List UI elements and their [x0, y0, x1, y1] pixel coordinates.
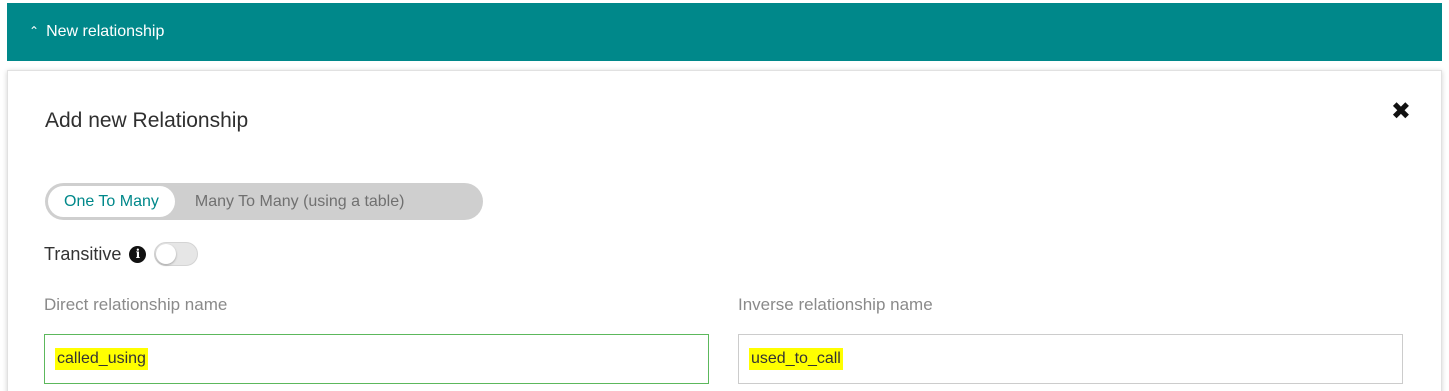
direct-relationship-label: Direct relationship name — [44, 295, 228, 314]
switch-knob — [156, 244, 177, 264]
inverse-relationship-label: Inverse relationship name — [738, 295, 933, 314]
many-to-many-option[interactable]: Many To Many (using a table) — [175, 186, 421, 217]
accordion-label: New relationship — [46, 23, 165, 40]
transitive-label: Transitive — [44, 243, 122, 264]
direct-relationship-input[interactable]: called_using — [44, 334, 709, 384]
transitive-row: Transitive i — [44, 242, 199, 266]
one-to-many-option[interactable]: One To Many — [48, 186, 175, 217]
inverse-relationship-value: used_to_call — [749, 348, 843, 370]
relationship-type-toggle: One To Many Many To Many (using a table) — [45, 183, 483, 220]
direct-relationship-value: called_using — [55, 348, 148, 370]
inverse-relationship-input[interactable]: used_to_call — [738, 334, 1403, 384]
chevron-up-icon: ⌃ — [29, 24, 40, 38]
close-icon[interactable]: ✖ — [1391, 97, 1411, 126]
new-relationship-accordion[interactable]: ⌃ New relationship — [7, 3, 1442, 61]
panel-title: Add new Relationship — [45, 109, 249, 132]
transitive-switch[interactable] — [154, 242, 199, 266]
info-icon[interactable]: i — [129, 245, 147, 263]
